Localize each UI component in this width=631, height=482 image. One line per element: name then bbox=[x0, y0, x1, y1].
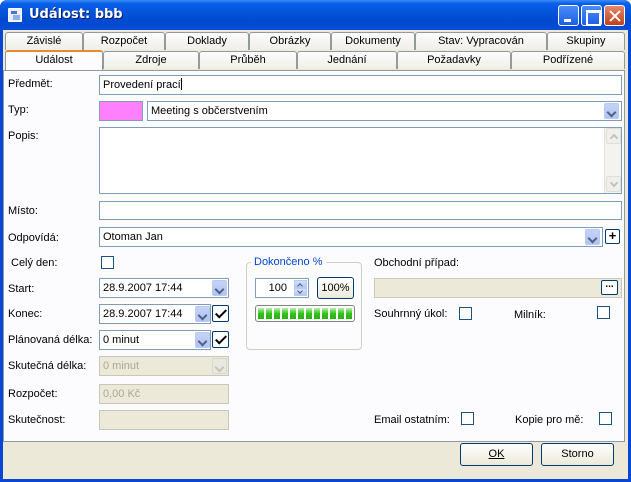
predmet-label: Předmět: bbox=[8, 78, 53, 90]
tab-zavisle[interactable]: Závislé bbox=[5, 32, 83, 50]
tab-prubeh[interactable]: Průběh bbox=[199, 51, 297, 69]
typ-dropdown-chevron-icon[interactable] bbox=[604, 103, 619, 119]
obchodni-pripad-browse-button[interactable]: ... bbox=[601, 280, 618, 295]
progress-segment bbox=[314, 308, 320, 319]
storno-button[interactable]: Storno bbox=[541, 443, 614, 466]
kopie-pro-me-checkbox[interactable] bbox=[599, 412, 612, 425]
tab-jednani[interactable]: Jednání bbox=[297, 51, 397, 69]
progress-segment bbox=[274, 308, 280, 319]
typ-select[interactable]: Meeting s občerstvením bbox=[147, 101, 622, 121]
konec-label: Konec: bbox=[8, 308, 43, 320]
tab-stav[interactable]: Stav: Vypracován bbox=[415, 32, 547, 50]
planovana-delka-confirm-check-icon[interactable] bbox=[212, 331, 229, 348]
skutecna-delka-select: 0 minut bbox=[99, 356, 229, 376]
progress-segment bbox=[330, 308, 336, 319]
progress-segment bbox=[298, 308, 304, 319]
dokonceno-progress-bar bbox=[255, 305, 355, 322]
popis-scrollbar[interactable] bbox=[604, 128, 621, 193]
close-button[interactable] bbox=[604, 5, 625, 26]
start-calendar-chevron-icon[interactable] bbox=[212, 280, 227, 296]
misto-label: Místo: bbox=[8, 205, 38, 217]
predmet-value: Provedení prací bbox=[103, 79, 181, 91]
progress-segment bbox=[306, 308, 312, 319]
start-label: Start: bbox=[8, 283, 35, 295]
planovana-delka-value: 0 minut bbox=[103, 334, 140, 346]
souhrnny-ukol-label: Souhrnný úkol: bbox=[374, 308, 448, 320]
odpovida-label: Odpovídá: bbox=[8, 232, 59, 244]
odpovida-value: Otoman Jan bbox=[103, 231, 163, 243]
app-icon bbox=[8, 8, 22, 22]
skutecna-delka-chevron-icon bbox=[212, 358, 227, 374]
ok-button[interactable]: OK bbox=[460, 443, 533, 466]
email-ostatnim-label: Email ostatním: bbox=[374, 414, 450, 426]
tab-udalost[interactable]: Událost bbox=[5, 50, 103, 70]
title-bar[interactable]: Událost: bbb bbox=[0, 0, 631, 30]
dialog-window: Událost: bbb Závislé Rozpočet Doklady Ob… bbox=[0, 0, 631, 482]
dokonceno-group: Dokončeno % 100 100% bbox=[246, 256, 362, 350]
tab-dokumenty[interactable]: Dokumenty bbox=[331, 32, 415, 50]
progress-segment bbox=[282, 308, 288, 319]
predmet-input[interactable]: Provedení prací bbox=[99, 75, 622, 95]
konec-value: 28.9.2007 17:44 bbox=[103, 308, 183, 320]
text-cursor bbox=[180, 78, 182, 90]
dokonceno-100-button[interactable]: 100% bbox=[317, 277, 354, 299]
scroll-down-icon[interactable] bbox=[606, 176, 621, 192]
progress-segment bbox=[266, 308, 272, 319]
spin-up-icon[interactable] bbox=[294, 280, 307, 288]
skutecnost-label: Skutečnost: bbox=[8, 414, 66, 426]
tab-doklady[interactable]: Doklady bbox=[165, 32, 249, 50]
skutecna-delka-label: Skutečná délka: bbox=[8, 360, 87, 372]
konec-calendar-chevron-icon[interactable] bbox=[195, 306, 210, 322]
kopie-pro-me-label: Kopie pro mě: bbox=[515, 414, 584, 426]
souhrnny-ukol-checkbox[interactable] bbox=[459, 307, 472, 320]
popis-label: Popis: bbox=[8, 130, 39, 142]
cely-den-label: Celý den: bbox=[11, 257, 58, 269]
skutecna-delka-value: 0 minut bbox=[103, 360, 140, 372]
planovana-delka-chevron-icon[interactable] bbox=[195, 332, 210, 348]
popis-textarea[interactable] bbox=[99, 127, 622, 194]
progress-segment bbox=[338, 308, 344, 319]
typ-color-swatch bbox=[99, 101, 143, 121]
skutecnost-input bbox=[99, 410, 229, 430]
maximize-button[interactable] bbox=[581, 5, 602, 26]
progress-segment bbox=[290, 308, 296, 319]
dokonceno-title: Dokončeno % bbox=[251, 256, 326, 268]
rozpocet-label: Rozpočet: bbox=[8, 388, 58, 400]
scroll-up-icon[interactable] bbox=[606, 128, 621, 144]
spin-down-icon[interactable] bbox=[294, 288, 307, 296]
milnik-checkbox[interactable] bbox=[597, 306, 610, 319]
rozpocet-value: 0,00 Kč bbox=[103, 388, 141, 400]
tab-zdroje[interactable]: Zdroje bbox=[103, 51, 199, 69]
tab-obrazky[interactable]: Obrázky bbox=[249, 32, 331, 50]
email-ostatnim-checkbox[interactable] bbox=[461, 412, 474, 425]
obchodni-pripad-input bbox=[374, 278, 622, 298]
tab-podrizene[interactable]: Podřízené bbox=[511, 51, 625, 69]
dialog-client: Závislé Rozpočet Doklady Obrázky Dokumen… bbox=[3, 30, 628, 479]
tab-panel-udalost: Předmět: Provedení prací Typ: Meeting s … bbox=[3, 70, 625, 442]
tab-rozpocet[interactable]: Rozpočet bbox=[83, 32, 165, 50]
ok-label: OK bbox=[488, 448, 505, 460]
progress-segment bbox=[322, 308, 328, 319]
misto-input[interactable] bbox=[99, 201, 622, 220]
odpovida-select[interactable]: Otoman Jan bbox=[99, 227, 603, 247]
window-title: Událost: bbb bbox=[29, 7, 123, 22]
rozpocet-input: 0,00 Kč bbox=[99, 384, 229, 404]
typ-label: Typ: bbox=[8, 104, 29, 116]
minimize-button[interactable] bbox=[558, 5, 579, 26]
start-datetime-picker[interactable]: 28.9.2007 17:44 bbox=[99, 278, 229, 298]
progress-segment bbox=[258, 308, 264, 319]
odpovida-dropdown-chevron-icon[interactable] bbox=[585, 229, 600, 245]
obchodni-pripad-label: Obchodní případ: bbox=[374, 257, 460, 269]
konec-confirm-check-icon[interactable] bbox=[212, 305, 229, 322]
milnik-label: Milník: bbox=[514, 309, 546, 321]
typ-value: Meeting s občerstvením bbox=[151, 105, 268, 117]
tab-pozadavky[interactable]: Požadavky bbox=[397, 51, 511, 69]
odpovida-add-plus-icon[interactable]: + bbox=[605, 229, 620, 244]
planovana-delka-label: Plánovaná délka: bbox=[8, 334, 93, 346]
tab-skupiny[interactable]: Skupiny bbox=[547, 32, 625, 50]
start-value: 28.9.2007 17:44 bbox=[103, 282, 183, 294]
storno-label: Storno bbox=[561, 448, 594, 460]
progress-segment bbox=[346, 308, 352, 319]
cely-den-checkbox[interactable] bbox=[101, 256, 114, 269]
